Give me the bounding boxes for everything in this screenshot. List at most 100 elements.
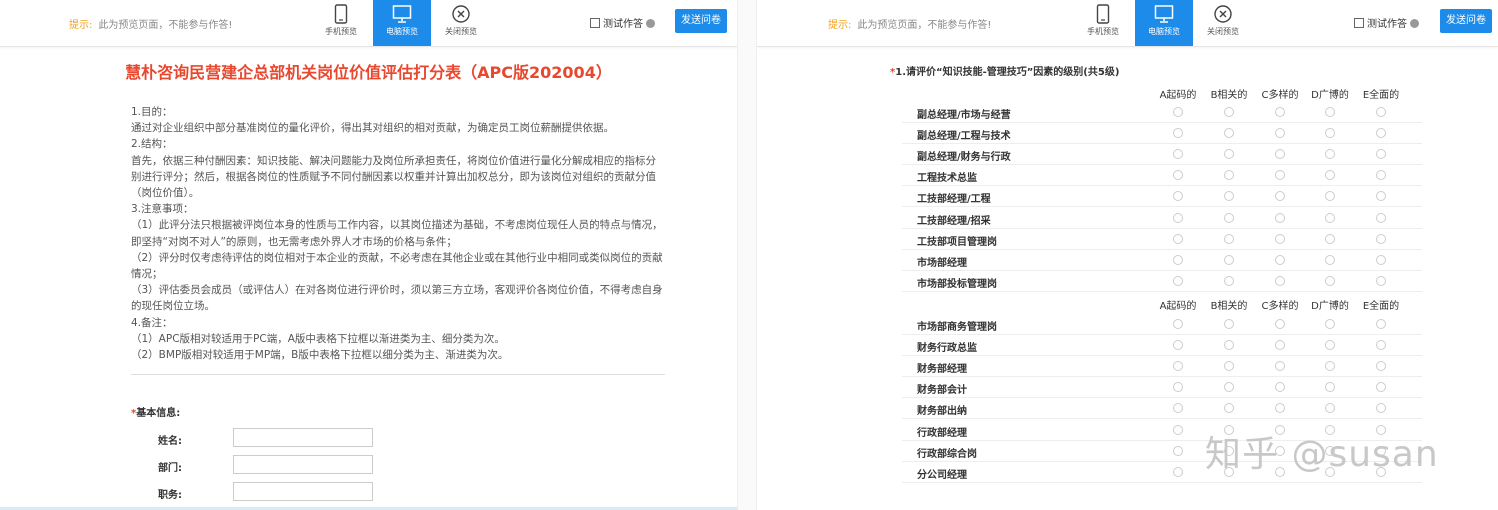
position-label: 职务: (158, 490, 182, 501)
matrix-row-label: 副总经理/市场与经营 (917, 110, 1011, 121)
department-input[interactable] (233, 455, 373, 474)
matrix-row-label: 工技部项目管理岗 (917, 236, 997, 248)
survey-title: 慧朴咨询民营建企总部机关岗位价值评估打分表（APC版202004） (125, 63, 612, 82)
rating-radio[interactable] (1275, 212, 1285, 223)
panel-separator (737, 0, 757, 510)
test-answer-checkbox[interactable] (590, 18, 600, 28)
rating-radio[interactable] (1224, 107, 1234, 117)
matrix-row-label: 工技部经理/工程 (917, 194, 991, 206)
matrix-row-label: 财务部会计 (917, 385, 967, 397)
test-answer-option[interactable]: 测试作答 (1354, 15, 1419, 30)
department-label: 部门: (158, 463, 182, 474)
help-icon[interactable] (1410, 19, 1419, 28)
test-answer-option[interactable]: 测试作答 (590, 15, 655, 30)
column-header: A起码的 (1159, 90, 1197, 101)
rating-radio[interactable] (1275, 275, 1285, 286)
preview-toolbar: 提示: 此为预览页面，不能参与作答! 手机预览 电脑预览 关闭预览 测试作答 发送… (757, 0, 1498, 47)
intro-line: （2）评分时仅考虑待评估的岗位相对于本企业的贡献，不必考虑在其他企业或在其他行业… (131, 251, 663, 281)
basic-info-label: 基本信息: (136, 408, 181, 419)
row-divider (902, 122, 1422, 123)
intro-line: （1）APC版相对较适用于PC端，A版中表格下拉框以渐进类为主、细分类为次。 (131, 332, 505, 345)
mobile-preview-button[interactable]: 手机预览 (1074, 0, 1132, 46)
rating-radio[interactable] (1173, 275, 1183, 286)
intro-line: （3）评估委员会成员（或评估人）在对各岗位进行评价时，须以第三方立场，客观评价各… (131, 284, 663, 313)
test-answer-checkbox[interactable] (1354, 18, 1364, 28)
close-preview-button[interactable]: 关闭预览 (432, 0, 490, 46)
intro-line: （2）BMP版相对较适用于MP端，B版中表格下拉框以细分类为主、渐进类为次。 (131, 349, 509, 362)
rating-radio[interactable] (1325, 212, 1335, 223)
matrix-row-label: 财务部出纳 (917, 406, 967, 418)
intro-line: 3.注意事项： (131, 203, 194, 216)
rating-radio[interactable] (1224, 254, 1234, 265)
row-divider (902, 334, 1422, 335)
survey-intro: 1.目的： 通过对企业组织中部分基准岗位的量化评价，得出其对组织的相对贡献，为确… (131, 104, 665, 363)
rating-radio[interactable] (1173, 212, 1183, 223)
hint-text: 此为预览页面，不能参与作答! (857, 20, 992, 31)
rating-radio[interactable] (1325, 319, 1335, 329)
rating-radio[interactable] (1224, 319, 1234, 329)
matrix-row-label: 市场部商务管理岗 (917, 322, 997, 333)
rating-radio[interactable] (1325, 107, 1335, 117)
rating-radio[interactable] (1325, 254, 1335, 265)
rating-radio[interactable] (1224, 275, 1234, 286)
close-circle-icon (1214, 5, 1232, 23)
monitor-icon (1154, 5, 1174, 23)
watermark: 知乎 @susan (1205, 434, 1439, 475)
intro-line: 2.结构： (131, 138, 173, 151)
rating-radio[interactable] (1224, 212, 1234, 223)
rating-radio[interactable] (1173, 233, 1183, 244)
mobile-preview-label: 手机预览 (325, 27, 357, 36)
desktop-preview-button[interactable]: 电脑预览 (1135, 0, 1193, 46)
rating-radio[interactable] (1376, 107, 1386, 117)
column-header: A起码的 (1159, 301, 1197, 312)
row-divider (902, 290, 1422, 292)
column-header: B相关的 (1210, 90, 1248, 101)
rating-radio[interactable] (1376, 275, 1386, 286)
left-preview-panel: 提示: 此为预览页面，不能参与作答! 手机预览 电脑预览 关闭预览 测试作答 发送… (0, 0, 737, 510)
row-divider (902, 227, 1422, 229)
rating-radio[interactable] (1275, 319, 1285, 329)
rating-radio[interactable] (1275, 107, 1285, 117)
rating-radio[interactable] (1173, 466, 1183, 477)
column-header: C多样的 (1261, 301, 1299, 312)
rating-radio[interactable] (1376, 212, 1386, 223)
monitor-icon (392, 5, 412, 23)
rating-radio[interactable] (1275, 233, 1285, 244)
desktop-preview-label: 电脑预览 (1148, 27, 1180, 36)
rating-radio[interactable] (1376, 319, 1386, 329)
matrix-row-label: 工程技术总监 (917, 173, 977, 185)
rating-radio[interactable] (1376, 254, 1386, 265)
name-input[interactable] (233, 428, 373, 447)
matrix-row-label: 副总经理/工程与技术 (917, 131, 1011, 143)
section-divider (131, 374, 665, 375)
send-survey-button[interactable]: 发送问卷 (675, 9, 727, 33)
send-survey-button[interactable]: 发送问卷 (1440, 9, 1492, 33)
matrix-row-label: 财务行政总监 (917, 343, 977, 355)
rating-radio[interactable] (1376, 233, 1386, 244)
mobile-preview-button[interactable]: 手机预览 (312, 0, 370, 46)
close-preview-button[interactable]: 关闭预览 (1194, 0, 1252, 46)
intro-line: 首先，依据三种付酬因素：知识技能、解决问题能力及岗位所承担责任，将岗位价值进行量… (131, 154, 656, 200)
rating-radio[interactable] (1224, 233, 1234, 244)
matrix-row-label: 市场部投标管理岗 (917, 278, 997, 290)
basic-info-title: *基本信息: (131, 404, 180, 419)
rating-radio[interactable] (1173, 254, 1183, 265)
position-input[interactable] (233, 482, 373, 501)
phone-icon (334, 4, 348, 24)
preview-hint: 提示: 此为预览页面，不能参与作答! (69, 16, 232, 31)
mobile-preview-label: 手机预览 (1087, 27, 1119, 36)
desktop-preview-label: 电脑预览 (386, 27, 418, 36)
desktop-preview-button[interactable]: 电脑预览 (373, 0, 431, 46)
rating-radio[interactable] (1325, 233, 1335, 244)
rating-radio[interactable] (1173, 107, 1183, 117)
rating-radio[interactable] (1325, 275, 1335, 286)
intro-line: 通过对企业组织中部分基准岗位的量化评价，得出其对组织的相对贡献，为确定员工岗位薪… (131, 122, 614, 135)
name-label: 姓名: (158, 436, 182, 447)
rating-radio[interactable] (1275, 254, 1285, 265)
rating-radio[interactable] (1173, 319, 1183, 329)
help-icon[interactable] (646, 19, 655, 28)
rating-radio[interactable] (1173, 445, 1183, 456)
test-answer-label: 测试作答 (1367, 19, 1407, 30)
row-divider (902, 376, 1422, 378)
rating-radio[interactable] (1173, 424, 1183, 435)
